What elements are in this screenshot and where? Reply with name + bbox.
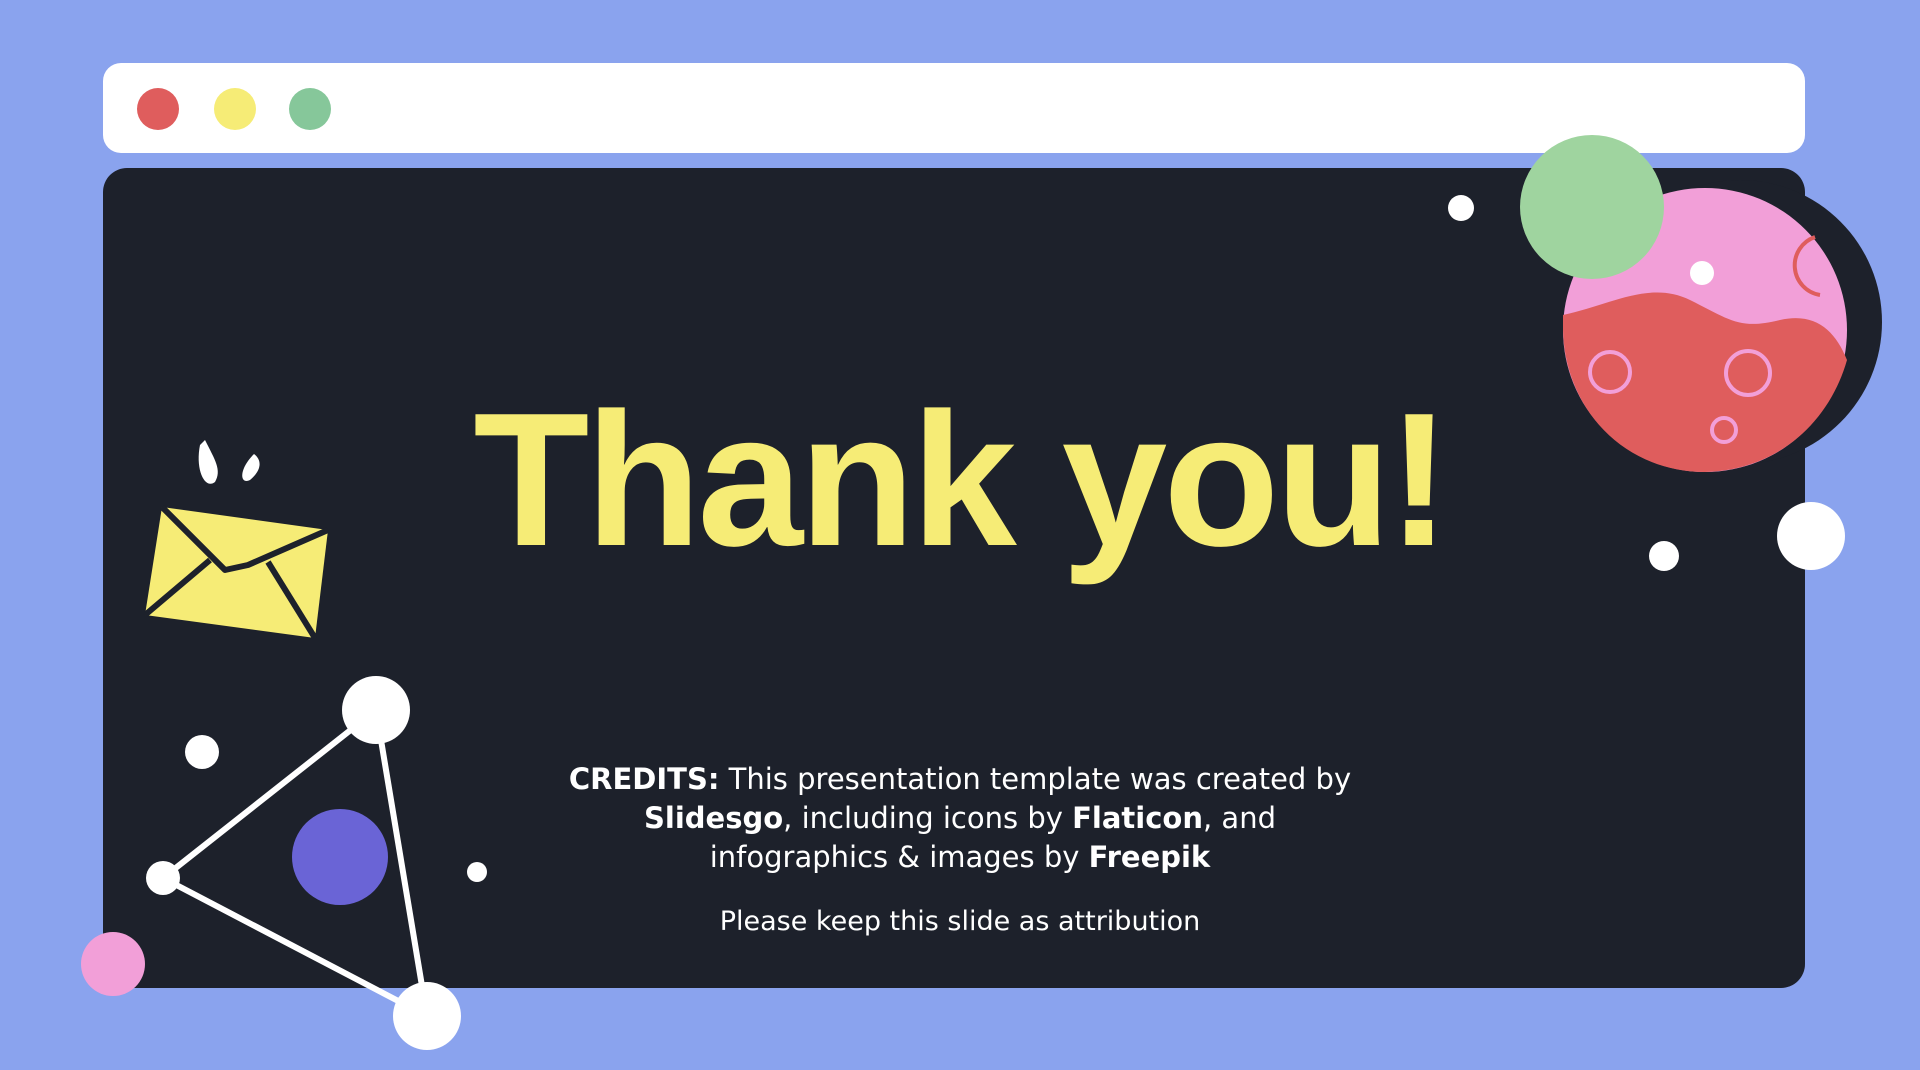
credits-brand-freepik: Freepik [1088, 840, 1211, 874]
page-title: Thank you! [473, 374, 1450, 586]
yellow-dot-icon [214, 88, 256, 130]
window-titlebar [103, 63, 1805, 153]
credits-brand-flaticon: Flaticon [1072, 801, 1203, 835]
credits-text-part: , including icons by [783, 801, 1073, 835]
green-dot-icon [289, 88, 331, 130]
red-dot-icon [137, 88, 179, 130]
credits-text-part: This presentation template was created b… [719, 762, 1352, 796]
credits-text: CREDITS: This presentation template was … [560, 760, 1360, 877]
credits-brand-slidesgo: Slidesgo [644, 801, 784, 835]
attribution-note: Please keep this slide as attribution [719, 906, 1201, 937]
credits-label: CREDITS: [568, 762, 720, 796]
